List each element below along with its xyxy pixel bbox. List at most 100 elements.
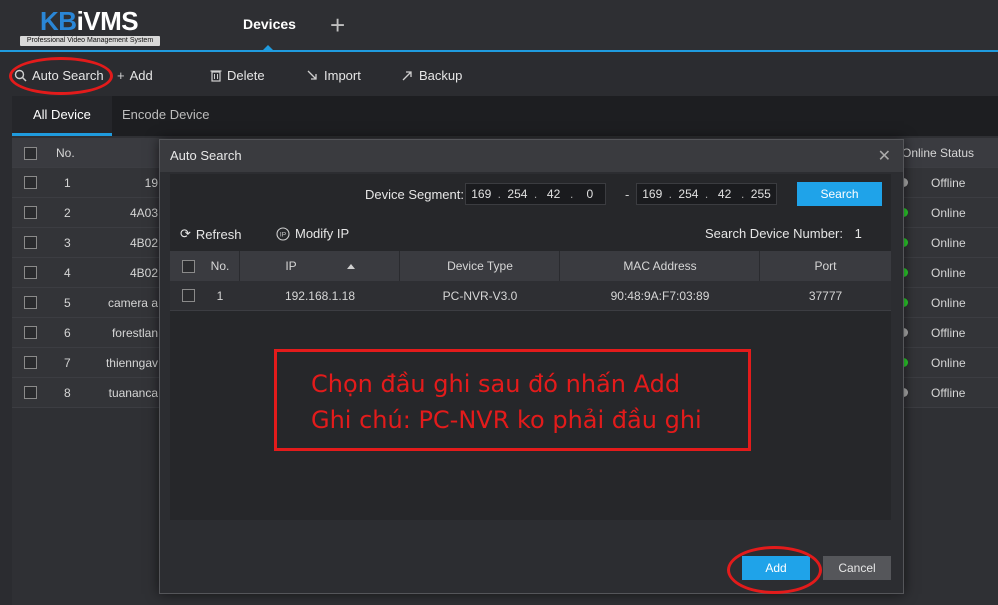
segment-dash: - — [625, 187, 630, 202]
tab-all-device[interactable]: All Device — [12, 96, 112, 136]
search-count-value: 1 — [854, 226, 862, 241]
device-name: forestlan — [111, 326, 158, 340]
refresh-button[interactable]: ⟳ Refresh — [180, 226, 241, 242]
device-online-status: Offline — [931, 176, 966, 190]
results-select-all-checkbox[interactable] — [182, 260, 195, 273]
backup-button[interactable]: Backup — [401, 66, 462, 84]
tab-encode-device[interactable]: Encode Device — [101, 96, 230, 136]
result-device-type: PC-NVR-V3.0 — [442, 289, 518, 303]
search-button[interactable]: Search — [797, 182, 882, 206]
results-row[interactable]: 1 192.168.1.18 PC-NVR-V3.0 90:48:9A:F7:0… — [170, 281, 891, 311]
device-row-checkbox[interactable] — [24, 206, 37, 219]
result-no: 1 — [216, 289, 224, 303]
device-row-checkbox[interactable] — [24, 326, 37, 339]
modify-ip-button[interactable]: IP Modify IP — [276, 226, 349, 241]
results-col-port[interactable]: Port — [760, 251, 891, 281]
end-ip-input[interactable]: 169. 254. 42. 255 — [636, 183, 777, 205]
top-bar: KBiVMS Professional Video Management Sys… — [0, 0, 998, 52]
ip-icon: IP — [276, 226, 290, 241]
results-col-device-type[interactable]: Device Type — [400, 251, 560, 281]
start-ip-octet-1: 169 — [471, 187, 492, 201]
device-name: 4B02 — [129, 266, 158, 280]
result-ip: 192.168.1.18 — [284, 289, 356, 303]
dialog-body: Device Segment: 169. 254. 42. 0 - 169. 2… — [170, 174, 891, 520]
device-no: 7 — [64, 356, 71, 370]
col-online-status-header: Online Status — [902, 146, 975, 160]
start-ip-octet-4: 0 — [586, 187, 594, 201]
result-mac: 90:48:9A:F7:03:89 — [610, 289, 710, 303]
device-no: 2 — [64, 206, 71, 220]
sort-ascending-icon — [346, 264, 355, 270]
auto-search-button[interactable]: Auto Search — [14, 66, 104, 84]
device-name: tuananca — [108, 386, 158, 400]
end-ip-octet-1: 169 — [642, 187, 663, 201]
auto-search-label: Auto Search — [32, 67, 104, 83]
app-logo: KBiVMS Professional Video Management Sys… — [20, 6, 162, 48]
col-no-header: No. — [56, 146, 75, 160]
end-ip-octet-4: 255 — [750, 187, 771, 201]
results-col-ip[interactable]: IP — [240, 251, 400, 281]
device-subtabs: All Device Encode Device — [12, 96, 998, 136]
device-name: 4A03 — [129, 206, 158, 220]
select-all-checkbox[interactable] — [24, 147, 37, 160]
delete-button[interactable]: Delete — [210, 66, 265, 84]
device-no: 1 — [64, 176, 71, 190]
result-row-checkbox[interactable] — [182, 289, 195, 302]
import-button[interactable]: Import — [306, 66, 361, 84]
tab-devices[interactable]: Devices — [243, 16, 296, 32]
add-device-button[interactable]: + Add — [117, 66, 153, 84]
search-count-label: Search Device Number: — [705, 226, 843, 241]
device-row-checkbox[interactable] — [24, 236, 37, 249]
trash-icon — [210, 69, 222, 82]
results-col-no: No. — [210, 259, 230, 273]
close-icon[interactable]: ✕ — [878, 146, 891, 166]
device-segment-label: Device Segment: — [365, 187, 464, 202]
dialog-title-bar: Auto Search ✕ — [160, 140, 903, 172]
results-col-ip-label: IP — [285, 259, 297, 273]
device-name: camera a — [107, 296, 158, 310]
start-ip-octet-3: 42 — [546, 187, 561, 201]
plus-icon: + — [117, 67, 125, 83]
device-row-checkbox[interactable] — [24, 176, 37, 189]
device-online-status: Offline — [931, 386, 966, 400]
add-tab-button[interactable]: + — [330, 12, 345, 38]
start-ip-input[interactable]: 169. 254. 42. 0 — [465, 183, 606, 205]
dialog-title: Auto Search — [170, 148, 242, 163]
refresh-label: Refresh — [195, 226, 242, 242]
device-no: 3 — [64, 236, 71, 250]
device-no: 5 — [64, 296, 71, 310]
cancel-button[interactable]: Cancel — [823, 556, 891, 580]
results-header: No. IP Device Type MAC Address Port — [170, 251, 891, 281]
device-online-status: Online — [931, 296, 966, 310]
backup-icon — [402, 70, 412, 80]
auto-search-dialog: Auto Search ✕ Device Segment: 169. 254. … — [159, 139, 904, 594]
results-col-mac[interactable]: MAC Address — [560, 251, 760, 281]
device-row-checkbox[interactable] — [24, 266, 37, 279]
end-ip-octet-2: 254 — [678, 187, 699, 201]
add-label: Add — [129, 67, 153, 83]
modify-ip-label: Modify IP — [295, 226, 350, 241]
device-row-checkbox[interactable] — [24, 386, 37, 399]
device-online-status: Offline — [931, 326, 966, 340]
backup-label: Backup — [419, 67, 463, 83]
device-name: 4B02 — [129, 236, 158, 250]
delete-label: Delete — [227, 67, 265, 83]
device-name: thienngav — [105, 356, 158, 370]
toolbar: Auto Search + Add Delete Import Backup — [0, 54, 998, 94]
start-ip-octet-2: 254 — [507, 187, 528, 201]
device-no: 4 — [64, 266, 71, 280]
device-no: 6 — [64, 326, 71, 340]
device-row-checkbox[interactable] — [24, 356, 37, 369]
device-row-checkbox[interactable] — [24, 296, 37, 309]
device-online-status: Online — [931, 206, 966, 220]
device-name: 19 — [144, 176, 158, 190]
refresh-icon: ⟳ — [180, 226, 191, 241]
active-tab-indicator — [263, 45, 273, 50]
device-no: 8 — [64, 386, 71, 400]
import-icon — [307, 70, 317, 80]
svg-text:IP: IP — [280, 231, 286, 238]
add-button[interactable]: Add — [742, 556, 810, 580]
search-icon — [14, 69, 27, 82]
device-online-status: Online — [931, 236, 966, 250]
search-device-number: Search Device Number: 1 — [705, 226, 862, 241]
